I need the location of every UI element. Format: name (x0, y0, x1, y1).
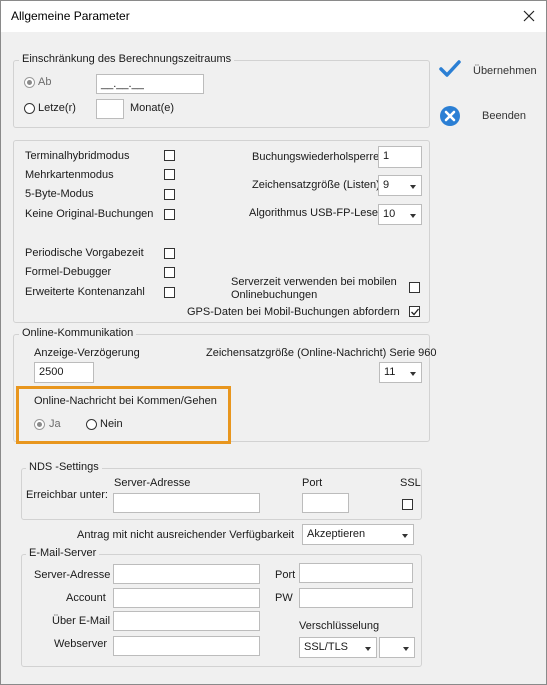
server-time-checkbox[interactable] (409, 282, 420, 293)
algorithm-value: 10 (383, 208, 396, 220)
option-label: Periodische Vorgabezeit (25, 247, 144, 259)
nds-legend: NDS -Settings (26, 461, 102, 473)
dropdown-arrow-icon (410, 185, 416, 189)
yes-label: Ja (49, 418, 61, 430)
cancel-circle-icon (440, 106, 460, 126)
mail-account-input[interactable] (113, 588, 260, 608)
no-label: Nein (100, 418, 123, 430)
booking-repeat-label: Buchungswiederholsperre (252, 151, 380, 163)
dropdown-arrow-icon (402, 534, 408, 538)
option-label: Terminalhybridmodus (25, 150, 130, 162)
last-label: Letze(r) (38, 102, 76, 114)
dropdown-arrow-icon (410, 214, 416, 218)
close-button[interactable] (512, 1, 546, 32)
checkmark-icon (411, 308, 420, 316)
mail-encryption-value: SSL/TLS (304, 641, 349, 653)
option-label: Mehrkartenmodus (25, 169, 114, 181)
delay-label: Anzeige-Verzögerung (34, 347, 140, 359)
option-label: 5-Byte-Modus (25, 188, 94, 200)
algorithm-label: Algorithmus USB-FP-Leser (249, 207, 382, 219)
from-date-input[interactable]: __.__.__ (96, 74, 204, 94)
mail-pw-input[interactable] (299, 588, 413, 608)
nds-ssl-label: SSL (400, 477, 421, 489)
dropdown-arrow-icon (410, 372, 416, 376)
mail-webserver-input[interactable] (113, 636, 260, 656)
month-count-input[interactable] (96, 99, 124, 119)
from-label: Ab (38, 76, 52, 88)
accept-button[interactable]: Übernehmen (437, 57, 537, 85)
nds-server-label: Server-Adresse (114, 477, 191, 489)
no-original-bookings-checkbox[interactable] (164, 209, 175, 220)
nds-ssl-checkbox[interactable] (402, 499, 413, 510)
online-legend: Online-Kommunikation (19, 327, 137, 339)
online-charsize-select[interactable]: 11 (379, 362, 422, 383)
dropdown-arrow-icon (365, 647, 371, 651)
extended-accounts-checkbox[interactable] (164, 287, 175, 298)
charsize-lists-value: 9 (383, 179, 390, 191)
availability-select[interactable]: Akzeptieren (302, 524, 414, 545)
mail-pw-label: PW (275, 592, 293, 604)
checkmark-icon (439, 60, 461, 77)
charsize-lists-select[interactable]: 9 (378, 175, 422, 196)
period-legend: Einschränkung des Berechnungszeitraums (19, 53, 235, 65)
last-radio[interactable] (24, 103, 35, 114)
nds-port-input[interactable] (302, 493, 349, 513)
title-bar: Allgemeine Parameter (1, 1, 546, 32)
mail-server-label: Server-Adresse (34, 569, 111, 581)
availability-value: Akzeptieren (307, 528, 366, 540)
multicard-checkbox[interactable] (164, 169, 175, 180)
charsize-lists-label: Zeichensatzgröße (Listen) (252, 179, 380, 191)
quit-button[interactable]: Beenden (437, 103, 537, 131)
availability-label: Antrag mit nicht ausreichender Verfügbar… (77, 529, 295, 541)
gps-label: GPS-Daten bei Mobil-Buchungen abfordern (187, 306, 400, 318)
message-legend: Online-Nachricht bei Kommen/Gehen (34, 395, 217, 407)
close-icon (523, 10, 535, 22)
mail-account-label: Account (66, 592, 106, 604)
dropdown-arrow-icon (403, 647, 409, 651)
mail-port-label: Port (275, 569, 296, 581)
server-time-label-line2: Onlinebuchungen (231, 289, 318, 301)
month-label: Monat(e) (130, 102, 175, 114)
option-label: Keine Original-Buchungen (25, 208, 154, 220)
gps-checkbox[interactable] (409, 306, 420, 317)
accept-label: Übernehmen (473, 65, 537, 77)
quit-label: Beenden (482, 110, 527, 122)
mail-port-input[interactable] (299, 563, 413, 583)
algorithm-select[interactable]: 10 (378, 204, 422, 225)
window-title: Allgemeine Parameter (11, 9, 130, 23)
period-group (13, 60, 430, 128)
booking-repeat-input[interactable]: 1 (378, 146, 422, 168)
from-radio[interactable] (24, 77, 35, 88)
mail-webserver-label: Webserver (54, 638, 107, 650)
mail-via-input[interactable] (113, 611, 260, 631)
mail-encryption-extra-select[interactable] (379, 637, 415, 658)
delay-input[interactable]: 2500 (34, 362, 94, 383)
parameters-dialog: Allgemeine Parameter Übernehmen Beenden … (0, 0, 547, 685)
nds-port-label: Port (302, 477, 323, 489)
five-byte-checkbox[interactable] (164, 189, 175, 200)
nds-reachable-label: Erreichbar unter: (26, 489, 108, 501)
mail-encryption-label: Verschlüsselung (299, 620, 380, 632)
online-charsize-label: Zeichensatzgröße (Online-Nachricht) Seri… (206, 347, 437, 359)
mail-via-label: Über E-Mail (52, 615, 111, 627)
online-charsize-value: 11 (384, 366, 396, 378)
option-label: Formel-Debugger (25, 266, 112, 278)
nds-server-input[interactable] (113, 493, 260, 513)
message-yes-radio[interactable] (34, 419, 45, 430)
message-no-radio[interactable] (86, 419, 97, 430)
mail-server-input[interactable] (113, 564, 260, 584)
periodic-target-time-checkbox[interactable] (164, 248, 175, 259)
formula-debugger-checkbox[interactable] (164, 267, 175, 278)
option-label: Erweiterte Kontenanzahl (25, 286, 145, 298)
terminal-hybrid-checkbox[interactable] (164, 150, 175, 161)
mail-encryption-select[interactable]: SSL/TLS (299, 637, 377, 658)
server-time-label-line1: Serverzeit verwenden bei mobilen (231, 276, 397, 288)
mail-legend: E-Mail-Server (26, 547, 100, 559)
